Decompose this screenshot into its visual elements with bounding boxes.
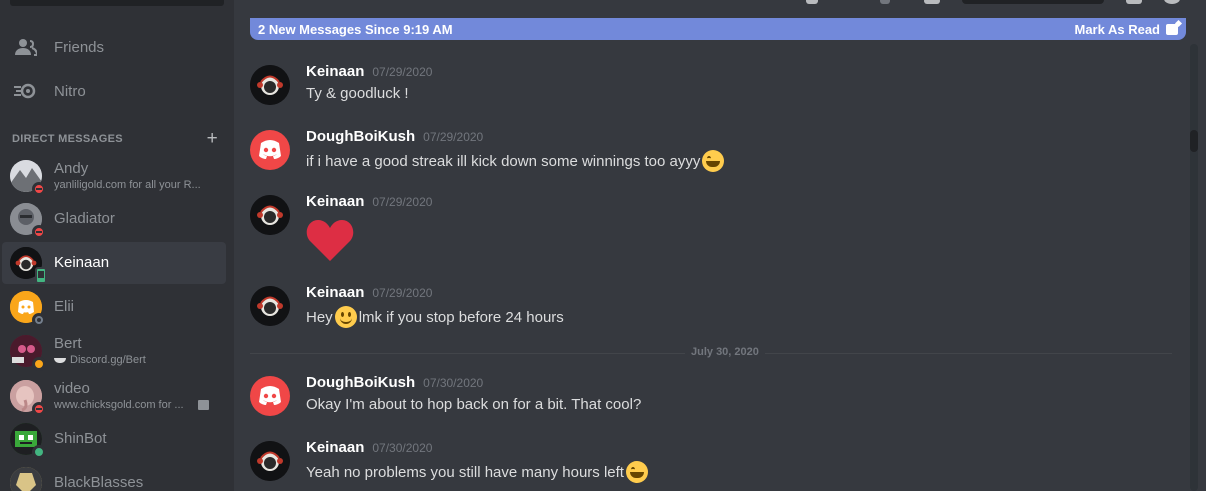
friends-nav-item[interactable]: Friends [8, 27, 226, 67]
nitro-label: Nitro [54, 82, 86, 100]
message-timestamp: 07/29/2020 [372, 286, 433, 300]
dm-item-gladiator[interactable]: Gladiator [2, 198, 226, 240]
author-avatar[interactable] [250, 195, 290, 235]
direct-messages-header: DIRECT MESSAGES + [12, 129, 218, 148]
nitro-icon [12, 77, 40, 105]
dm-item-video[interactable]: video www.chicksgold.com for ... [2, 375, 226, 417]
offline-status-icon [32, 313, 46, 327]
dm-item-keinaan[interactable]: Keinaan [2, 242, 226, 284]
message-text: Okay I'm about to hop back on for a bit.… [306, 396, 642, 413]
message-timestamp: 07/30/2020 [372, 441, 433, 455]
mark-read-icon [1166, 23, 1178, 35]
inbox-icon[interactable] [1126, 0, 1142, 4]
message-text: Yeah no problems you still have many hou… [306, 463, 624, 481]
dm-item-elii[interactable]: Elii [2, 286, 226, 328]
author-name[interactable]: DoughBoiKush [306, 374, 415, 391]
rich-presence-icon [197, 400, 209, 410]
message-timestamp: 07/29/2020 [372, 65, 433, 79]
find-conversation-search[interactable] [10, 0, 224, 6]
author-name[interactable]: Keinaan [306, 63, 364, 80]
direct-messages-title: DIRECT MESSAGES [12, 133, 123, 145]
search-input[interactable] [962, 0, 1104, 4]
mark-as-read-button[interactable]: Mark As Read [1074, 21, 1178, 37]
avatar [10, 335, 46, 371]
help-icon[interactable] [1164, 0, 1180, 4]
nitro-nav-item[interactable]: Nitro [8, 71, 226, 111]
dm-custom-status: www.chicksgold.com for ... [54, 398, 209, 412]
grin-emoji-icon[interactable] [625, 461, 648, 483]
author-name[interactable]: Keinaan [306, 284, 364, 301]
message-content: if i have a good streak ill kick down so… [306, 150, 726, 172]
author-avatar[interactable] [250, 286, 290, 326]
dm-custom-status: yanliligold.com for all your R... [54, 179, 201, 191]
dm-name: video [54, 380, 90, 397]
chat-area: 2 New Messages Since 9:19 AM Mark As Rea… [234, 0, 1206, 491]
call-icon[interactable] [806, 0, 818, 4]
smile-emoji-icon[interactable] [334, 306, 357, 328]
dm-item-bert[interactable]: Bert Discord.gg/Bert [2, 330, 226, 372]
message-text: lmk if you stop before 24 hours [358, 308, 564, 326]
author-name[interactable]: Keinaan [306, 439, 364, 456]
friends-label: Friends [54, 38, 105, 56]
author-name[interactable]: Keinaan [306, 193, 364, 210]
chat-scrollbar[interactable] [1190, 44, 1198, 491]
new-messages-bar[interactable]: 2 New Messages Since 9:19 AM Mark As Rea… [250, 18, 1186, 40]
glasses-emoji-icon [54, 357, 66, 363]
heart-emoji-icon[interactable] [306, 219, 354, 266]
author-name[interactable]: DoughBoiKush [306, 128, 415, 145]
date-divider-label: July 30, 2020 [685, 346, 765, 358]
grin-emoji-icon[interactable] [702, 150, 725, 172]
dnd-status-icon [32, 402, 46, 416]
avatar [10, 203, 46, 239]
add-friends-icon[interactable] [924, 0, 940, 4]
new-messages-text[interactable]: 2 New Messages Since 9:19 AM [258, 22, 453, 37]
author-avatar[interactable] [250, 130, 290, 170]
message-content: Hey lmk if you stop before 24 hours [306, 306, 564, 328]
dm-item-shinbot[interactable]: ShinBot [2, 418, 226, 460]
dm-custom-status-text: Discord.gg/Bert [70, 354, 146, 366]
message-text: Ty & goodluck ! [306, 85, 409, 102]
message-timestamp: 07/29/2020 [372, 195, 433, 209]
dm-name: Gladiator [54, 210, 115, 227]
create-dm-plus-icon[interactable]: + [207, 129, 218, 148]
avatar [10, 247, 47, 284]
dm-name: Andy [54, 160, 89, 177]
dm-name: ShinBot [54, 430, 107, 447]
dm-custom-status-text: www.chicksgold.com for ... [54, 399, 184, 411]
dm-name: Bert [54, 335, 82, 352]
message-content: Yeah no problems you still have many hou… [306, 461, 650, 483]
avatar [10, 291, 46, 327]
dm-name: Elii [54, 298, 75, 315]
friends-icon [12, 33, 40, 61]
dm-name: BlackBlasses [54, 474, 144, 491]
mobile-status-icon [35, 267, 47, 284]
avatar [10, 160, 46, 196]
author-avatar[interactable] [250, 376, 290, 416]
message-timestamp: 07/30/2020 [423, 376, 484, 390]
author-avatar[interactable] [250, 65, 290, 105]
author-avatar[interactable] [250, 441, 290, 481]
date-divider: July 30, 2020 [250, 346, 1172, 358]
online-status-icon [32, 445, 46, 459]
message-timestamp: 07/29/2020 [423, 130, 484, 144]
dm-item-andy[interactable]: Andy yanliligold.com for all your R... [2, 155, 226, 197]
message-content: Okay I'm about to hop back on for a bit.… [306, 396, 641, 413]
avatar [10, 380, 46, 416]
dm-name: Keinaan [54, 254, 110, 271]
scrollbar-thumb[interactable] [1190, 130, 1198, 152]
message-text: if i have a good streak ill kick down so… [306, 152, 701, 170]
avatar [10, 423, 46, 459]
mark-as-read-label: Mark As Read [1074, 21, 1161, 37]
dnd-status-icon [32, 225, 46, 239]
pin-icon[interactable] [880, 0, 890, 4]
message-content: Ty & goodluck ! [306, 85, 409, 102]
dnd-status-icon [32, 182, 46, 196]
dm-item-blackblasses[interactable]: BlackBlasses [2, 462, 226, 491]
message-text-before: Hey [306, 308, 333, 326]
dm-sidebar: Friends Nitro DIRECT MESSAGES + Andy yan… [0, 0, 234, 491]
dm-custom-status: Discord.gg/Bert [54, 353, 146, 367]
avatar [10, 467, 42, 491]
idle-status-icon [32, 357, 46, 371]
